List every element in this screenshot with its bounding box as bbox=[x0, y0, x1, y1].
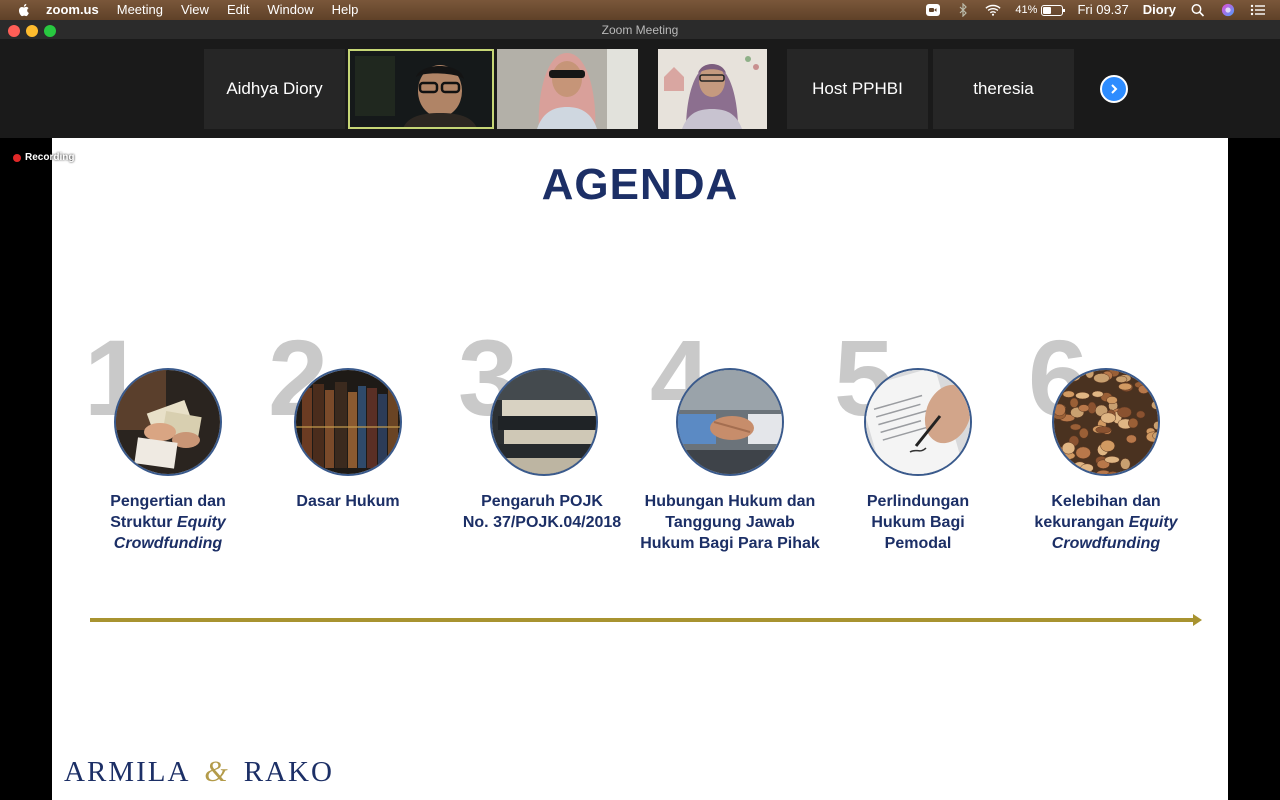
zoom-camera-icon[interactable] bbox=[925, 3, 941, 17]
agenda-label: Perlindungan Hukum Bagi Pemodal bbox=[866, 493, 970, 552]
money-counting-image bbox=[114, 368, 222, 476]
agenda-label: Pengertian dan Struktur Equity Crowdfund… bbox=[110, 493, 226, 552]
chevron-right-icon bbox=[1111, 84, 1118, 94]
window-title: Zoom Meeting bbox=[601, 23, 679, 37]
slide-title: AGENDA bbox=[541, 160, 739, 209]
menu-edit[interactable]: Edit bbox=[227, 0, 249, 20]
menu-help[interactable]: Help bbox=[332, 0, 359, 20]
participant-video-active-speaker[interactable] bbox=[348, 49, 494, 129]
menu-view[interactable]: View bbox=[181, 0, 209, 20]
menu-meeting[interactable]: Meeting bbox=[117, 0, 163, 20]
stacked-books-image bbox=[490, 368, 598, 476]
next-participants-button[interactable] bbox=[1100, 75, 1128, 103]
spotlight-search-icon[interactable] bbox=[1190, 3, 1206, 17]
handshake-image bbox=[676, 368, 784, 476]
timeline-arrow bbox=[90, 614, 1202, 626]
agenda-label: Dasar Hukum bbox=[296, 493, 400, 510]
siri-icon[interactable] bbox=[1220, 3, 1236, 17]
menu-window[interactable]: Window bbox=[267, 0, 313, 20]
company-logo: ARMILA & RAKO bbox=[64, 755, 334, 788]
participant-video-woman-1[interactable] bbox=[497, 49, 638, 129]
menu-bar: zoom.us Meeting View Edit Window Help 41… bbox=[0, 0, 1280, 20]
recording-label: Recording bbox=[25, 152, 75, 163]
participant-video-image bbox=[350, 51, 492, 127]
signing-document-image bbox=[864, 368, 972, 476]
apple-icon[interactable] bbox=[16, 2, 32, 18]
battery-status[interactable]: 41% bbox=[1015, 4, 1066, 16]
app-menu[interactable]: zoom.us bbox=[46, 0, 99, 20]
recording-indicator[interactable]: Recording bbox=[13, 152, 74, 163]
window-titlebar: Zoom Meeting bbox=[0, 20, 1280, 40]
participant-strip: Aidhya Diory Host PPHBI theresia bbox=[0, 40, 1280, 138]
notification-center-icon[interactable] bbox=[1250, 3, 1266, 17]
user-menu[interactable]: Diory bbox=[1143, 0, 1176, 20]
participant-name: Aidhya Diory bbox=[226, 79, 323, 98]
participant-name: Host PPHBI bbox=[812, 79, 903, 98]
participant-video-image bbox=[497, 49, 638, 129]
agenda-label: Pengaruh POJK No. 37/POJK.04/2018 bbox=[462, 493, 622, 531]
participant-tile-aidhya[interactable]: Aidhya Diory bbox=[204, 49, 345, 129]
wifi-icon[interactable] bbox=[985, 3, 1002, 17]
bluetooth-icon[interactable] bbox=[955, 3, 971, 17]
participant-video-woman-2[interactable] bbox=[658, 49, 767, 129]
participant-tile-theresia[interactable]: theresia bbox=[933, 49, 1074, 129]
agenda-label: Kelebihan dan kekurangan Equity Crowdfun… bbox=[1034, 493, 1178, 552]
law-books-image bbox=[294, 368, 402, 476]
clock[interactable]: Fri 09.37 bbox=[1077, 0, 1128, 20]
coins-image bbox=[1052, 368, 1160, 476]
participant-name: theresia bbox=[973, 79, 1034, 98]
recording-dot-icon bbox=[13, 153, 21, 162]
agenda-label: Hubungan Hukum dan Tanggung Jawab Hukum … bbox=[640, 493, 820, 552]
battery-percent: 41% bbox=[1015, 4, 1038, 16]
participant-video-image bbox=[658, 49, 767, 129]
battery-icon bbox=[1041, 4, 1066, 16]
shared-slide: AGENDA 1 Pengertian dan Struktur Equity … bbox=[52, 138, 1228, 800]
participant-tile-host[interactable]: Host PPHBI bbox=[787, 49, 928, 129]
